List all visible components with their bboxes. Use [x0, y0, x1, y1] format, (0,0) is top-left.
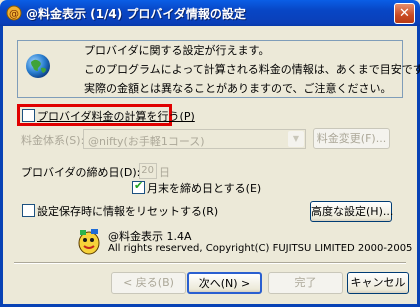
month-end-checkbox[interactable] [132, 179, 145, 194]
about-copyright: All rights reserved, Copyright(C) FUJITS… [108, 243, 413, 254]
closing-day-label: プロバイダの締め日(D): [21, 166, 141, 179]
closing-day-input[interactable]: 20 [139, 163, 157, 179]
fee-system-select[interactable]: @nifty(お手軽1コース) ▼ [83, 129, 306, 149]
info-line-2: このプログラムによって計算される料金の情報は、あくまで目安です。 [84, 63, 420, 76]
info-line-3: 実際の金額とは異なることがありますので、ご注意ください。 [84, 82, 392, 95]
info-line-1: プロバイダに関する設定が行えます。 [84, 44, 270, 57]
chevron-down-icon[interactable]: ▼ [288, 131, 304, 147]
cancel-button[interactable]: キャンセル [347, 272, 409, 294]
close-button[interactable]: ✕ [394, 3, 415, 24]
mascot-logo-icon [78, 229, 100, 255]
divider [14, 262, 406, 264]
svg-text:@: @ [9, 9, 19, 20]
globe-icon [26, 54, 50, 78]
provider-calc-label[interactable]: プロバイダ料金の計算を行う(P) [37, 108, 195, 124]
advanced-settings-button[interactable]: 高度な設定(H)... [310, 201, 393, 222]
fee-system-label: 料金体系(S): [21, 134, 85, 147]
month-end-label[interactable]: 月末を締め日とする(E) [147, 180, 261, 196]
provider-calc-checkbox[interactable] [22, 109, 35, 122]
app-icon: @ [6, 5, 22, 21]
reset-info-label[interactable]: 設定保存時に情報をリセットする(R) [37, 203, 218, 219]
fee-system-value: @nifty(お手軽1コース) [88, 135, 205, 148]
reset-info-checkbox[interactable] [22, 204, 35, 217]
finish-button[interactable]: 完了 [268, 272, 343, 294]
back-button[interactable]: < 戻る(B) [111, 272, 186, 294]
title-bar[interactable]: @ @料金表示 (1/4) プロバイダ情報の設定 ✕ [0, 0, 420, 26]
about-version: @料金表示 1.4A [108, 230, 192, 243]
next-button[interactable]: 次へ(N) > [187, 272, 262, 294]
fee-change-button[interactable]: 料金変更(F)... [313, 128, 390, 149]
closing-day-unit: 日 [159, 166, 170, 179]
window-title: @料金表示 (1/4) プロバイダ情報の設定 [26, 7, 246, 21]
